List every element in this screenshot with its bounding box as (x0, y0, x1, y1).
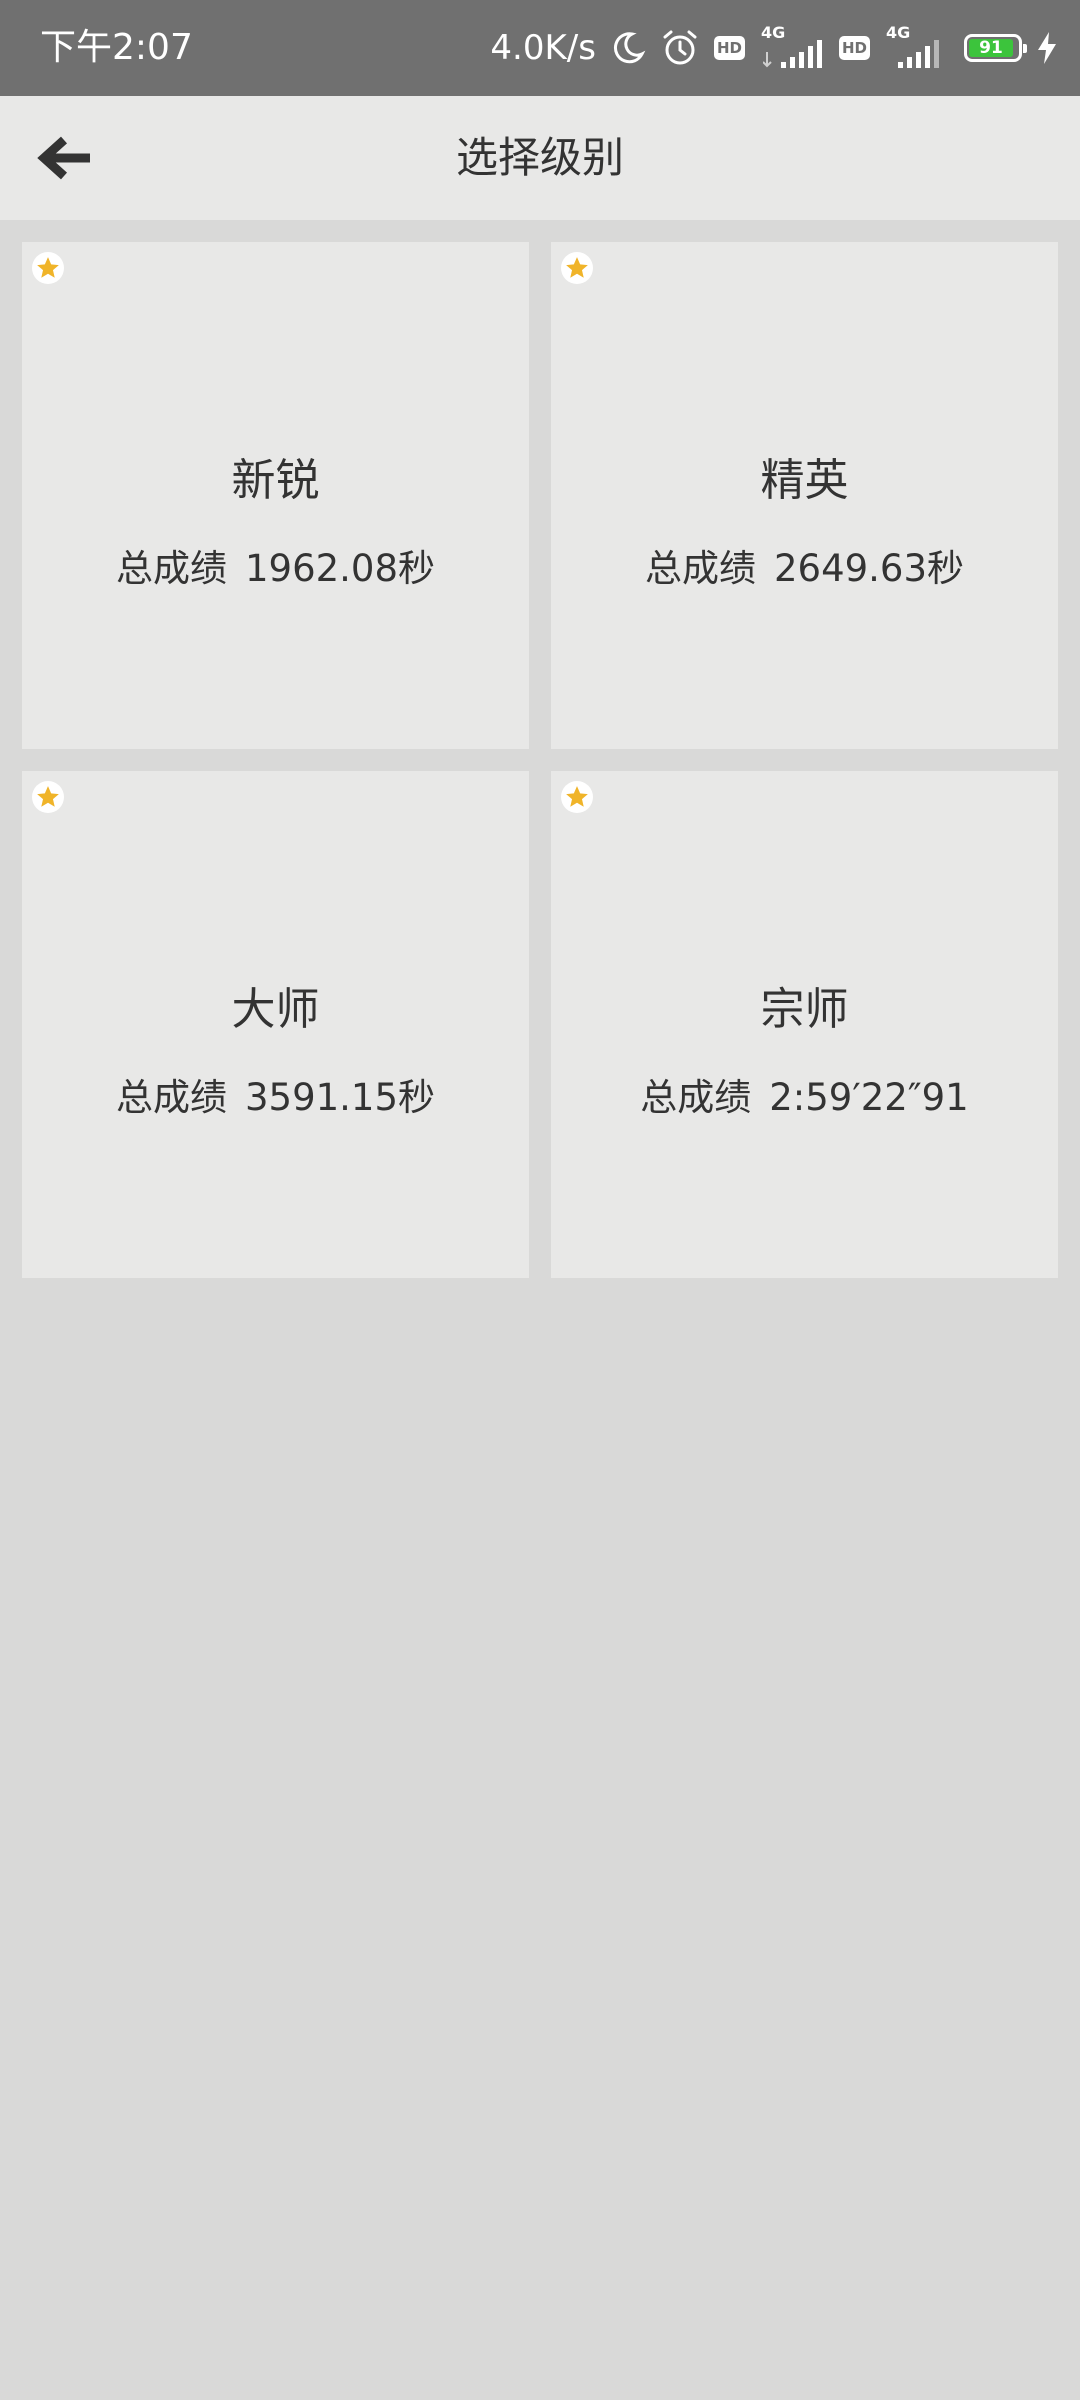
hd-badge: HD (713, 36, 745, 60)
level-name: 宗师 (760, 984, 849, 1035)
level-name: 新锐 (231, 455, 320, 506)
page-title: 选择级别 (455, 133, 624, 182)
status-bar: 下午2:07 4.0K/s HD 4G HD 4G 91 (0, 0, 1080, 96)
level-score: 总成绩 2:59′22″91 (551, 1075, 1058, 1121)
battery-level: 91 (969, 39, 1013, 57)
moon-icon (610, 30, 646, 66)
star-icon (32, 252, 64, 284)
star-icon (32, 781, 64, 813)
charging-icon (1036, 31, 1058, 65)
level-card-master[interactable]: 大师 总成绩 3591.15秒 (22, 771, 529, 1278)
battery-icon: 91 (964, 34, 1027, 62)
status-icons: 4.0K/s HD 4G HD 4G 91 (490, 24, 1058, 72)
score-label: 总成绩 (115, 547, 227, 590)
level-name: 大师 (231, 984, 320, 1035)
level-score: 总成绩 1962.08秒 (22, 546, 529, 592)
level-score: 总成绩 3591.15秒 (22, 1075, 529, 1121)
level-card-newcomer[interactable]: 新锐 总成绩 1962.08秒 (22, 242, 529, 749)
score-value: 2:59′22″91 (769, 1076, 969, 1119)
network-speed: 4.0K/s (490, 28, 596, 68)
score-value: 2649.63秒 (773, 547, 964, 590)
score-label: 总成绩 (640, 1076, 752, 1119)
status-time: 下午2:07 (40, 27, 193, 68)
star-icon (561, 781, 593, 813)
score-value: 3591.15秒 (244, 1076, 435, 1119)
level-score: 总成绩 2649.63秒 (551, 546, 1058, 592)
app-bar: 选择级别 (0, 96, 1080, 220)
signal-icon: 4G (884, 24, 950, 70)
level-name: 精英 (760, 455, 849, 506)
signal-icon: 4G (759, 24, 825, 70)
level-card-grandmaster[interactable]: 宗师 总成绩 2:59′22″91 (551, 771, 1058, 1278)
score-value: 1962.08秒 (244, 547, 435, 590)
score-label: 总成绩 (115, 1076, 227, 1119)
star-icon (561, 252, 593, 284)
hd-badge: HD (838, 36, 870, 60)
level-card-elite[interactable]: 精英 总成绩 2649.63秒 (551, 242, 1058, 749)
alarm-icon (660, 28, 700, 68)
score-label: 总成绩 (644, 547, 756, 590)
